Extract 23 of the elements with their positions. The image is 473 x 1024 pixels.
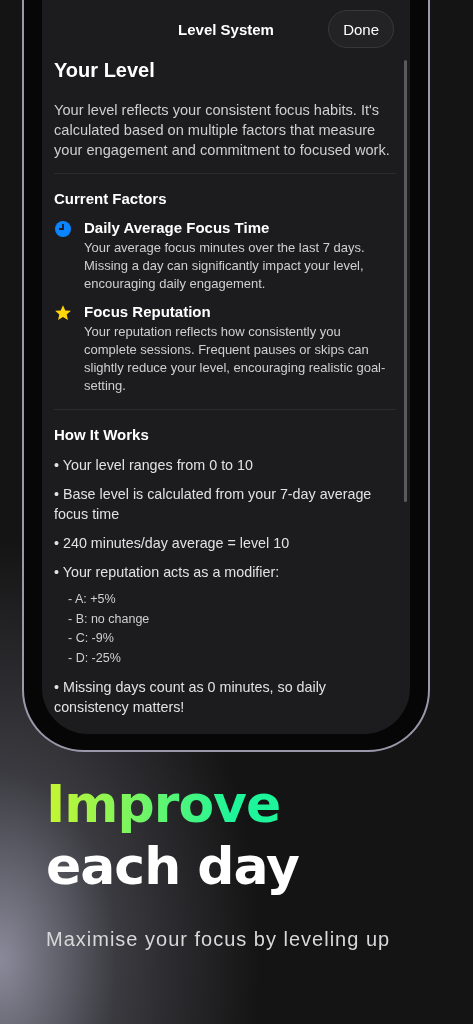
bullet-item: • Your reputation acts as a modifier: bbox=[54, 563, 281, 582]
star-icon bbox=[54, 304, 72, 322]
factor-description: Your reputation reflects how consistently you complete sessions. Frequent pauses or skips can slightly reduce your level, encouraging realistic goal-setting. bbox=[84, 323, 387, 395]
subtitle: Maximise your focus by leveling up bbox=[46, 928, 392, 951]
sub-item: - B: no change bbox=[68, 610, 151, 628]
intro-text: Your level reflects your consistent focus habits. It's calculated based on multiple factors that measure your engagement and commitment to focused work. bbox=[54, 101, 391, 160]
bullet-item: • 240 minutes/day average = level 10 bbox=[54, 534, 291, 553]
factor-title: Focus Reputation bbox=[84, 303, 212, 320]
section-heading: Current Factors bbox=[54, 190, 168, 207]
section-heading: Your Level bbox=[54, 59, 156, 82]
sub-item: - C: -9% bbox=[68, 630, 115, 647]
bullet-item: • Your level ranges from 0 to 10 bbox=[54, 456, 254, 475]
sheet-title: Level System bbox=[178, 20, 274, 38]
headline: each day bbox=[46, 835, 299, 898]
sub-item: - D: -25% bbox=[68, 649, 122, 667]
factor-title: Daily Average Focus Time bbox=[84, 219, 271, 236]
bullet-item: • Base level is calculated from your 7-day average focus time bbox=[54, 485, 373, 524]
factor-description: Your average focus minutes over the last 7 days. Missing a day can significantly impact your level, encouraging daily engagement. bbox=[84, 239, 366, 293]
bullet-item: • Missing days count as 0 minutes, so daily consistency matters! bbox=[54, 678, 327, 717]
section-heading: How It Works bbox=[54, 426, 150, 443]
done-button[interactable]: Done bbox=[328, 10, 394, 48]
sub-item: - A: +5% bbox=[68, 591, 117, 608]
clock-icon bbox=[54, 220, 72, 238]
